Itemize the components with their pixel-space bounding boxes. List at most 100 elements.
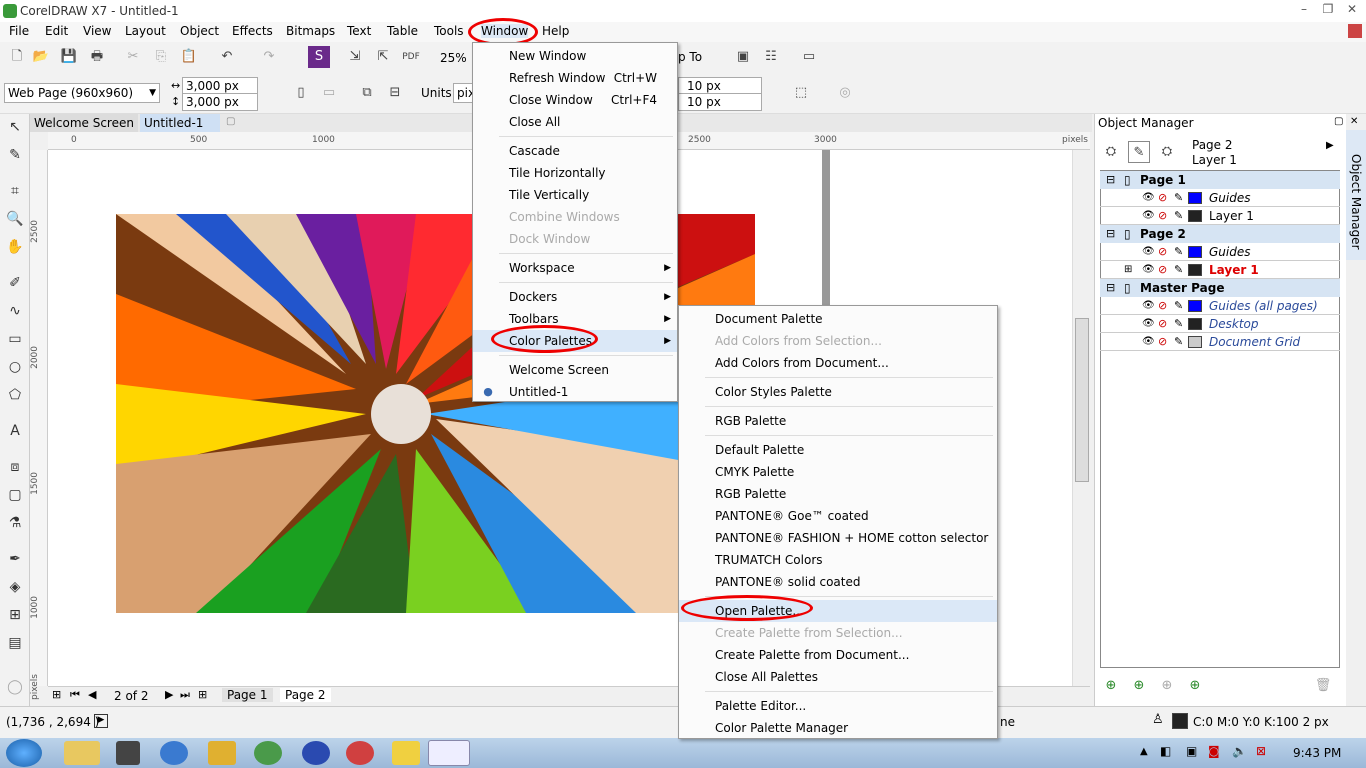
menu-effects[interactable]: Effects	[232, 24, 273, 38]
treat-as-filled-icon[interactable]: ◎	[834, 82, 856, 104]
expand-icon[interactable]: ⊞	[1124, 261, 1132, 279]
interactive-tool-icon[interactable]: ⧈	[4, 456, 26, 478]
launch-icon[interactable]: ▭	[798, 46, 820, 68]
tray-icon-1[interactable]: ◧	[1160, 744, 1171, 758]
taskbar-folder-icon[interactable]	[392, 741, 420, 765]
visibility-eye-icon[interactable]: 👁	[1142, 207, 1155, 225]
page-node[interactable]: ⊟ ▯ Page 1	[1100, 171, 1340, 189]
user-icon[interactable]	[1348, 24, 1362, 38]
paste-icon[interactable]: 📋	[178, 46, 200, 68]
printable-icon[interactable]: ⊘	[1158, 261, 1167, 279]
menu-item-untitled-1[interactable]: ● Untitled-1	[473, 381, 677, 403]
printable-icon[interactable]: ⊘	[1158, 297, 1167, 315]
menu-view[interactable]: View	[83, 24, 111, 38]
printable-icon[interactable]: ⊘	[1158, 315, 1167, 333]
menu-item-rgb-palette[interactable]: RGB Palette	[679, 410, 997, 432]
menu-bitmaps[interactable]: Bitmaps	[286, 24, 335, 38]
layer-color-swatch[interactable]	[1188, 318, 1202, 330]
layer-color-swatch[interactable]	[1188, 246, 1202, 258]
last-page-icon[interactable]: ⏭	[180, 688, 190, 702]
visibility-eye-icon[interactable]: 👁	[1142, 333, 1155, 351]
polygon-tool-icon[interactable]: ⬠	[4, 384, 26, 406]
pan-tool-icon[interactable]: ✋	[4, 236, 26, 258]
lock-pencil-icon[interactable]: ✎	[1174, 243, 1183, 261]
add-page-before-icon[interactable]: ⊞	[52, 688, 61, 701]
menu-item-close-all[interactable]: Close All	[473, 111, 677, 133]
save-icon[interactable]: 💾	[58, 46, 80, 68]
fill-tool-icon[interactable]: ◈	[4, 576, 26, 598]
menu-text[interactable]: Text	[347, 24, 371, 38]
eyedropper-tool-icon[interactable]: ✒	[4, 548, 26, 570]
menu-item-pantone-fashion-home-cotton-selector[interactable]: PANTONE® FASHION + HOME cotton selector	[679, 527, 997, 549]
new-icon[interactable]: 🗋	[6, 46, 28, 68]
cut-icon[interactable]: ✂	[122, 46, 144, 68]
page-node[interactable]: ⊟ ▯ Page 2	[1100, 225, 1340, 243]
printable-icon[interactable]: ⊘	[1158, 189, 1167, 207]
volume-icon[interactable]: 🔈	[1232, 744, 1247, 758]
effects-tool-icon[interactable]: ⚗	[4, 512, 26, 534]
menu-help[interactable]: Help	[542, 24, 569, 38]
clock[interactable]: 9:43 PM	[1293, 746, 1341, 760]
taskbar-browser-icon[interactable]	[160, 741, 188, 765]
units-select[interactable]: pix	[453, 83, 473, 103]
tray-icon-2[interactable]: ▣	[1186, 744, 1197, 758]
pick-tool-icon[interactable]: ↖	[4, 116, 26, 138]
landscape-icon[interactable]: ▭	[318, 82, 340, 104]
bleed-icon[interactable]: ⬚	[790, 82, 812, 104]
portrait-icon[interactable]: ▯	[290, 82, 312, 104]
lock-pencil-icon[interactable]: ✎	[1174, 297, 1183, 315]
taskbar-explorer-icon[interactable]	[64, 741, 100, 765]
delete-icon[interactable]: 🗑	[1312, 675, 1334, 697]
menu-item-pantone-goe-coated[interactable]: PANTONE® Goe™ coated	[679, 505, 997, 527]
menu-item-refresh-window[interactable]: Refresh Window Ctrl+W	[473, 67, 677, 89]
menu-item-trumatch-colors[interactable]: TRUMATCH Colors	[679, 549, 997, 571]
collapse-icon[interactable]: ⊟	[1106, 279, 1115, 297]
rectangle-tool-icon[interactable]: ▭	[4, 328, 26, 350]
zoom-level[interactable]: 25%	[426, 48, 468, 68]
layer-row[interactable]: 👁 ⊘ ✎ Guides (all pages)	[1100, 297, 1340, 315]
page-preset-select[interactable]: Web Page (960x960) ▼	[4, 83, 160, 103]
printable-icon[interactable]: ⊘	[1158, 207, 1167, 225]
menu-tools[interactable]: Tools	[434, 24, 464, 38]
welcome-icon[interactable]: ▣	[732, 46, 754, 68]
next-page-icon[interactable]: ▶	[165, 688, 173, 701]
menu-item-close-window[interactable]: Close Window Ctrl+F4	[473, 89, 677, 111]
shape-tool-icon[interactable]: ✎	[4, 144, 26, 166]
page-tab-2[interactable]: Page 2	[280, 688, 331, 702]
close-button[interactable]: ✕	[1342, 2, 1362, 18]
new-master-odd-icon[interactable]: ⊕	[1156, 675, 1178, 697]
page-tab-1[interactable]: Page 1	[222, 688, 273, 702]
add-page-after-icon[interactable]: ⊞	[198, 688, 207, 701]
menu-item-color-palette-manager[interactable]: Color Palette Manager	[679, 717, 997, 739]
visibility-eye-icon[interactable]: 👁	[1142, 297, 1155, 315]
layer-color-swatch[interactable]	[1188, 264, 1202, 276]
scrollbar-thumb[interactable]	[1075, 318, 1089, 482]
layer-color-swatch[interactable]	[1188, 210, 1202, 222]
transparency-tool-icon[interactable]: ▢	[4, 484, 26, 506]
start-button[interactable]	[6, 739, 42, 767]
show-properties-icon[interactable]: ⛭	[1100, 141, 1122, 163]
smart-fill-icon[interactable]: ▤	[4, 632, 26, 654]
all-pages-icon[interactable]: ⧉	[356, 82, 378, 104]
undo-icon[interactable]: ↶	[216, 46, 238, 68]
menu-item-color-styles-palette[interactable]: Color Styles Palette	[679, 381, 997, 403]
new-layer-icon[interactable]: ⊕	[1100, 675, 1122, 697]
menu-item-pantone-solid-coated[interactable]: PANTONE® solid coated	[679, 571, 997, 593]
options-icon[interactable]: ☷	[760, 46, 782, 68]
layer-row[interactable]: 👁 ⊘ ✎ Guides	[1100, 243, 1340, 261]
lock-pencil-icon[interactable]: ✎	[1174, 207, 1183, 225]
menu-item-create-palette-from-document[interactable]: Create Palette from Document...	[679, 644, 997, 666]
artistic-media-icon[interactable]: ∿	[4, 300, 26, 322]
object-manager-side-tab[interactable]: Object Manager	[1346, 130, 1366, 260]
snap-to-label[interactable]: p To	[678, 50, 702, 64]
lock-pencil-icon[interactable]: ✎	[1174, 333, 1183, 351]
visibility-eye-icon[interactable]: 👁	[1142, 315, 1155, 333]
text-tool-icon[interactable]: A	[4, 420, 26, 442]
visibility-eye-icon[interactable]: 👁	[1142, 261, 1155, 279]
tab-close-icon[interactable]: ▢	[226, 116, 235, 127]
menu-edit[interactable]: Edit	[45, 24, 68, 38]
print-icon[interactable]: 🖶	[86, 46, 108, 68]
redo-icon[interactable]: ↷	[258, 46, 280, 68]
page-height-input[interactable]: 3,000 px	[182, 93, 258, 111]
tray-icon-3[interactable]: ◙	[1208, 744, 1220, 758]
